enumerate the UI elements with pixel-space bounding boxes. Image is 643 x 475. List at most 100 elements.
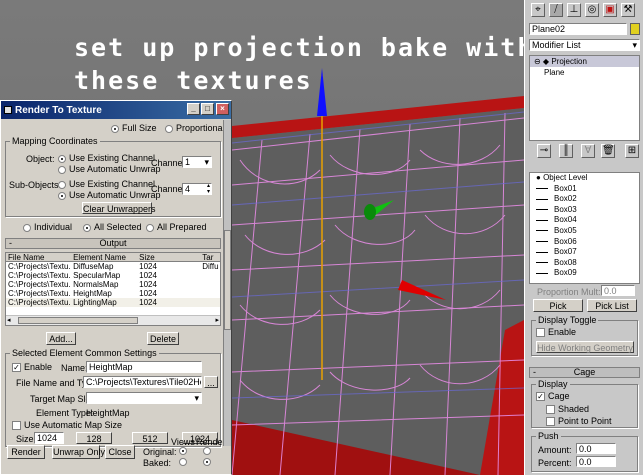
baked-views-radio[interactable]	[179, 458, 187, 466]
size-preset-512-button[interactable]: 512	[132, 432, 168, 444]
all-prepared-radio[interactable]: All Prepared	[146, 222, 207, 232]
object-channel-select[interactable]: 1 ▾	[182, 156, 212, 168]
output-rollout-header[interactable]: - Output	[5, 238, 221, 249]
configure-modifier-sets-icon[interactable]: ⊞	[625, 144, 639, 158]
table-row[interactable]: C:\Projects\Textu... SpecularMap 1024	[6, 271, 220, 280]
column-target[interactable]: Tar	[200, 253, 220, 261]
individual-radio[interactable]: Individual	[23, 222, 72, 232]
original-views-radio[interactable]	[179, 447, 187, 455]
list-item[interactable]: Box04	[530, 215, 639, 226]
modify-tab-icon[interactable]: ⧸	[549, 3, 563, 17]
list-item[interactable]: Box05	[530, 226, 639, 237]
object-name-input[interactable]: Plane02	[529, 23, 627, 35]
close-button[interactable]: Close	[105, 445, 135, 459]
size-spinner[interactable]: 1024	[34, 432, 64, 444]
hide-working-geometry-button[interactable]: Hide Working Geometry	[536, 341, 634, 353]
hierarchy-tab-icon[interactable]: ⊥	[567, 3, 581, 17]
maximize-icon[interactable]: □	[201, 103, 214, 115]
scroll-right-icon[interactable]: ▸	[215, 316, 219, 324]
size-preset-128-button[interactable]: 128	[76, 432, 112, 444]
table-row[interactable]: C:\Projects\Textu... NormalsMap 1024	[6, 280, 220, 289]
scroll-left-icon[interactable]: ◂	[7, 316, 11, 324]
all-selected-radio[interactable]: All Selected	[83, 222, 142, 232]
delete-button[interactable]: Delete	[147, 332, 179, 345]
cage-rollout-header[interactable]: - Cage	[529, 367, 640, 378]
element-name-input[interactable]: HeightMap	[86, 361, 202, 373]
cage-checkbox[interactable]: ✓ Cage	[536, 391, 570, 402]
list-item[interactable]: Box01	[530, 184, 639, 195]
amount-spinner[interactable]: 0.0	[576, 443, 616, 454]
original-render-radio[interactable]	[203, 447, 211, 455]
output-table[interactable]: File Name Element Name Size Tar C:\Proje…	[5, 252, 221, 326]
check-icon: ✓	[536, 392, 545, 402]
proportion-mult-spinner[interactable]: 0.0	[601, 285, 635, 296]
auto-map-size-checkbox[interactable]: Use Automatic Map Size	[12, 420, 123, 431]
make-unique-icon[interactable]: ∀	[581, 144, 595, 158]
table-row[interactable]: C:\Projects\Textu... DiffuseMap 1024 Diffu	[6, 262, 220, 271]
column-size[interactable]: Size	[137, 253, 200, 261]
pin-stack-icon[interactable]: ⊸	[537, 144, 551, 158]
dialog-titlebar[interactable]: Render To Texture _ □ ×	[1, 101, 231, 119]
dialog-scrollbar-thumb[interactable]	[224, 230, 231, 330]
column-element-name[interactable]: Element Name	[71, 253, 137, 261]
close-icon[interactable]: ×	[216, 103, 229, 115]
object-label: Object:	[26, 154, 55, 164]
browse-button[interactable]: ...	[204, 376, 218, 388]
full-size-radio[interactable]: Full Size	[111, 123, 157, 133]
point-to-point-checkbox[interactable]: Point to Point	[546, 416, 612, 427]
enable-checkbox[interactable]: ✓ Enable	[12, 362, 52, 373]
baked-render-radio[interactable]	[203, 458, 211, 466]
create-tab-icon[interactable]: ⌖	[531, 3, 545, 17]
all-prepared-label: All Prepared	[157, 222, 207, 232]
clear-unwrappers-button[interactable]: Clear Unwrappers	[82, 202, 156, 214]
proportional-radio[interactable]: Proportional	[165, 123, 225, 133]
panel-tabs: ⌖ ⧸ ⊥ ◎ ▣ ⚒	[529, 3, 640, 21]
table-row[interactable]: C:\Projects\Textu... LightingMap 1024	[6, 298, 220, 307]
horizontal-scrollbar[interactable]: ◂ ▸	[6, 315, 220, 325]
render-button[interactable]: Render	[7, 445, 45, 459]
utilities-tab-icon[interactable]: ⚒	[621, 3, 635, 17]
modifier-stack[interactable]: ⊖ ◆ Projection Plane	[529, 55, 640, 141]
sub-channel-spinner[interactable]: 4 ▴ ▾	[182, 183, 212, 195]
stack-item-plane[interactable]: Plane	[530, 67, 639, 78]
render-to-texture-dialog: Render To Texture _ □ × Full Size Propor…	[0, 100, 232, 475]
object-color-swatch[interactable]	[630, 23, 640, 35]
cell-target	[200, 280, 220, 289]
list-item[interactable]: Box09	[530, 268, 639, 279]
target-map-slot-select[interactable]: ▾	[86, 392, 202, 404]
list-item[interactable]: Box07	[530, 247, 639, 258]
list-item[interactable]: Box02	[530, 194, 639, 205]
list-item[interactable]: ● Object Level	[530, 173, 639, 184]
dialog-scrollbar[interactable]	[223, 120, 231, 446]
table-row[interactable]: C:\Projects\Textu... HeightMap 1024	[6, 289, 220, 298]
list-item[interactable]: Box03	[530, 205, 639, 216]
stack-item-projection[interactable]: ⊖ ◆ Projection	[530, 56, 639, 67]
motion-tab-icon[interactable]: ◎	[585, 3, 599, 17]
list-item[interactable]: Box06	[530, 237, 639, 248]
file-name-input[interactable]: C:\Projects\Textures\Tile02HeightM	[83, 376, 202, 388]
sub-use-auto-radio[interactable]: Use Automatic Unwrap	[58, 190, 161, 200]
object-use-auto-radio[interactable]: Use Automatic Unwrap	[58, 164, 161, 174]
sub-use-existing-radio[interactable]: Use Existing Channel	[58, 179, 155, 189]
remove-modifier-icon[interactable]: 🗑	[601, 144, 615, 158]
modifier-list-select[interactable]: Modifier List ▾	[529, 39, 640, 51]
display-enable-checkbox[interactable]: Enable	[536, 327, 576, 338]
minimize-icon[interactable]: _	[187, 103, 200, 115]
column-file-name[interactable]: File Name	[6, 253, 71, 261]
display-tab-icon[interactable]: ▣	[603, 3, 617, 17]
pick-list-button[interactable]: Pick List	[587, 299, 637, 312]
percent-spinner[interactable]: 0.0	[576, 456, 616, 467]
scrollbar-thumb[interactable]	[18, 317, 138, 324]
object-use-existing-radio[interactable]: Use Existing Channel	[58, 153, 155, 163]
show-end-result-icon[interactable]: ║	[559, 144, 573, 158]
list-item[interactable]: Box08	[530, 258, 639, 269]
pick-button[interactable]: Pick	[533, 299, 583, 312]
unwrap-only-button[interactable]: Unwrap Only	[52, 445, 105, 459]
collapse-icon: -	[533, 367, 536, 377]
add-button[interactable]: Add...	[46, 332, 76, 345]
auto-map-size-label: Use Automatic Map Size	[24, 420, 123, 430]
original-label: Original:	[143, 447, 177, 457]
object-list[interactable]: ● Object Level Box01 Box02 Box03 Box04 B…	[529, 172, 640, 284]
list-item-label: Box02	[554, 194, 577, 204]
shaded-checkbox[interactable]: Shaded	[546, 404, 589, 415]
